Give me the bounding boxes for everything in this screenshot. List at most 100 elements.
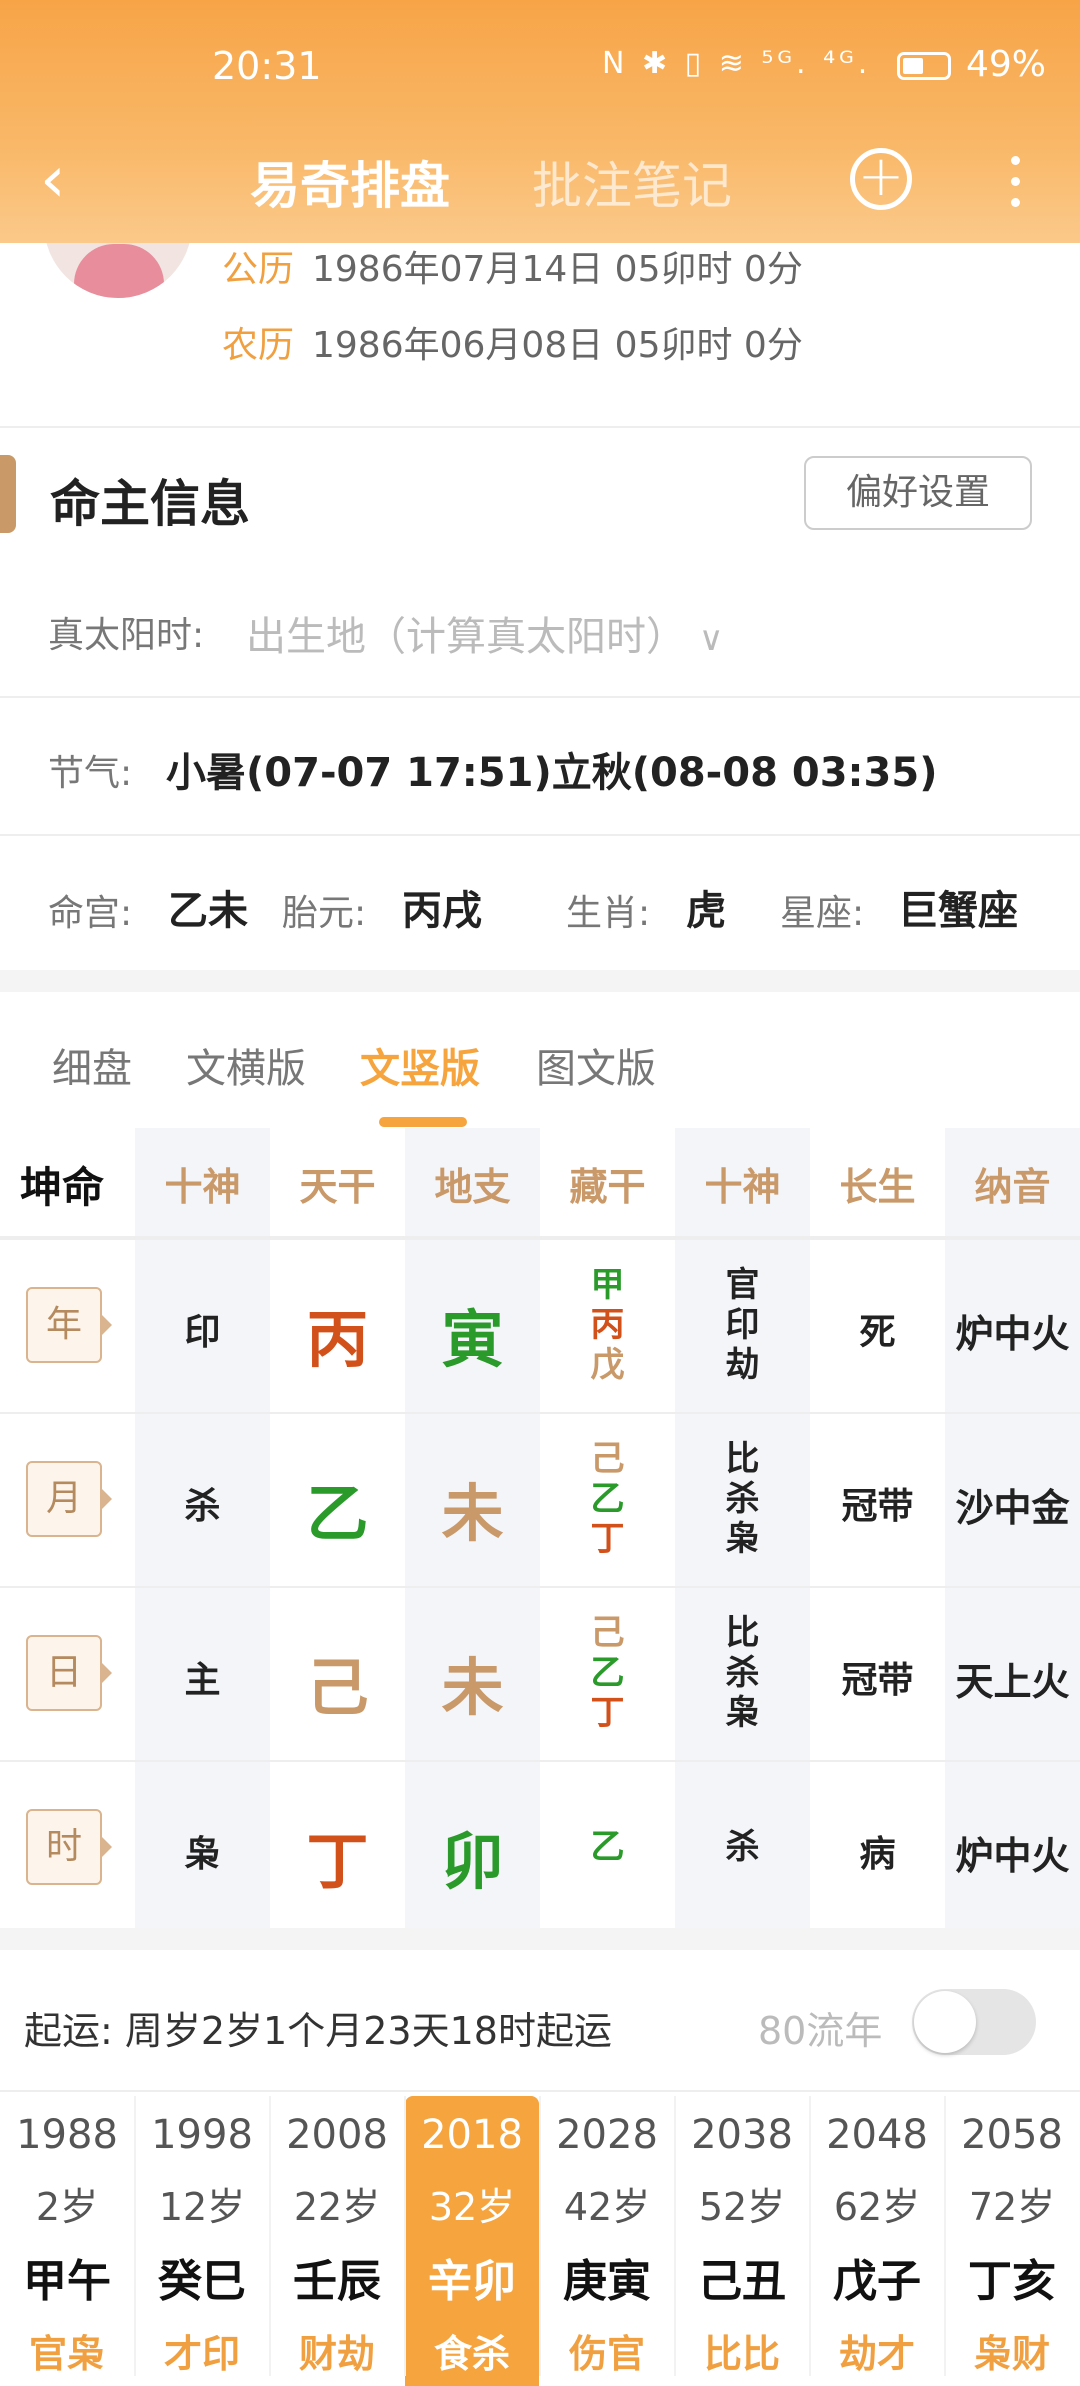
add-icon[interactable]: +: [850, 148, 912, 210]
tab-tuwen[interactable]: 图文版: [536, 1036, 656, 1094]
row-divider: [0, 1586, 1080, 1588]
canggan-cell: 甲丙戊: [590, 1265, 625, 1385]
changsheng-cell: 冠带: [841, 1660, 914, 1701]
dayun-item[interactable]: 2048 62岁 戊子 劫才: [810, 2096, 944, 2386]
dayun-separator: [134, 2096, 136, 2376]
shishen2-cell: 杀: [725, 1827, 760, 1867]
changsheng-cell: 病: [859, 1834, 896, 1875]
chevron-down-icon: ∨: [698, 619, 724, 659]
qiyun-text: 起运: 周岁2岁1个月23天18时起运: [24, 2009, 612, 2053]
nayin-cell: 天上火: [955, 1660, 1070, 1704]
dayun-item[interactable]: 2058 72岁 丁亥 枭财: [945, 2096, 1079, 2386]
dayun-item[interactable]: 2008 22岁 壬辰 财劫: [270, 2096, 404, 2386]
dayun-separator: [404, 2096, 406, 2376]
dayun-shishen: 才印: [163, 2332, 240, 2376]
battery-percent: 49%: [966, 44, 1047, 85]
back-icon[interactable]: ‹: [40, 140, 100, 220]
row-divider: [0, 1412, 1080, 1414]
canggan-cell: 乙: [590, 1827, 625, 1867]
dayun-item[interactable]: 2028 42岁 庚寅 伤官: [540, 2096, 674, 2386]
dayun-item[interactable]: 1988 2岁 甲午 官枭: [0, 2096, 134, 2386]
dayun-shishen: 伤官: [568, 2332, 645, 2376]
section-title: 命主信息: [50, 475, 250, 533]
dayun-item[interactable]: 2038 52岁 己丑 比比: [675, 2096, 809, 2386]
section-accent: [0, 455, 16, 533]
birthplace-select[interactable]: 出生地（计算真太阳时） ∨: [246, 604, 724, 662]
dayun-separator: [944, 2096, 946, 2376]
shishen2-cell: 比杀枭: [725, 1439, 760, 1559]
canggan-cell: 己乙丁: [590, 1439, 625, 1559]
shishen2-cell: 比杀枭: [725, 1613, 760, 1733]
dayun-year: 1988: [16, 2112, 118, 2158]
dayun-age: 22岁: [293, 2185, 381, 2229]
dayun-age: 72岁: [968, 2185, 1056, 2229]
tab-wenshu[interactable]: 文竖版: [360, 1036, 480, 1094]
column-header: 十神: [164, 1165, 241, 1209]
tab-wenheng[interactable]: 文横版: [186, 1036, 306, 1094]
solar-date: 1986年07月14日 05卯时 0分: [312, 249, 803, 290]
dayun-year: 1998: [151, 2112, 253, 2158]
section-gap: [0, 1928, 1080, 1950]
dayun-shishen: 枭财: [973, 2332, 1050, 2376]
more-icon[interactable]: [1000, 150, 1030, 216]
tiangan-cell: 己: [306, 1651, 369, 1724]
dayun-shishen: 食杀: [433, 2332, 510, 2376]
xingzuo-value: 巨蟹座: [898, 888, 1018, 934]
pillar-label: 年: [26, 1287, 112, 1363]
minggong-label: 命宫:: [48, 893, 133, 934]
dayun-ganzhi: 壬辰: [293, 2256, 381, 2307]
dayun-age: 52岁: [698, 2185, 786, 2229]
taiyuan-value: 丙戌: [402, 888, 482, 934]
canggan-cell: 己乙丁: [590, 1613, 625, 1733]
shengxiao-value: 虎: [686, 888, 726, 934]
tab-notes[interactable]: 批注笔记: [532, 146, 732, 218]
dayun-ganzhi: 辛卯: [428, 2256, 516, 2307]
active-tab-indicator: [379, 1117, 467, 1127]
dayun-separator: [674, 2096, 676, 2376]
nayin-cell: 炉中火: [955, 1834, 1070, 1878]
divider: [0, 2090, 1080, 2092]
dayun-age: 2岁: [35, 2185, 99, 2229]
row-divider: [0, 1238, 1080, 1240]
liunian-toggle[interactable]: [912, 1989, 1036, 2055]
dayun-ganzhi: 庚寅: [563, 2256, 651, 2307]
row-divider: [0, 1760, 1080, 1762]
battery-icon: [897, 52, 951, 80]
column-header: 天干: [299, 1165, 376, 1209]
tiangan-cell: 丙: [306, 1303, 369, 1376]
status-time: 20:31: [212, 44, 322, 88]
jieqi-value: 小暑(07-07 17:51)立秋(08-08 03:35): [166, 750, 938, 796]
dizhi-cell: 未: [441, 1651, 504, 1724]
solar-time-label: 真太阳时:: [48, 615, 205, 656]
section-gap: [0, 970, 1080, 992]
changsheng-cell: 冠带: [841, 1486, 914, 1527]
dayun-ganzhi: 己丑: [698, 2256, 786, 2307]
dayun-separator: [809, 2096, 811, 2376]
dayun-item[interactable]: 2018 32岁辛卯食杀: [405, 2096, 539, 2386]
changsheng-cell: 死: [859, 1312, 896, 1353]
dayun-year: 2018: [421, 2112, 523, 2158]
column-header: 长生: [839, 1165, 916, 1209]
dayun-age: 32岁: [428, 2185, 516, 2229]
pillar-label: 日: [26, 1635, 112, 1711]
status-bar: 20:31 N ✱ ▯ ≋ ⁵ᴳ. ⁴ᴳ. 49%: [0, 0, 1080, 130]
shishen-cell: 杀: [184, 1486, 221, 1527]
tab-paipan[interactable]: 易奇排盘: [250, 146, 450, 218]
dayun-year: 2028: [556, 2112, 658, 2158]
dayun-year: 2058: [961, 2112, 1063, 2158]
dayun-item[interactable]: 1998 12岁 癸巳 才印: [135, 2096, 269, 2386]
divider: [0, 696, 1080, 698]
solar-label: 公历: [222, 249, 295, 290]
liunian-label: 80流年: [758, 2009, 883, 2053]
dayun-separator: [269, 2096, 271, 2376]
lunar-date: 1986年06月08日 05卯时 0分: [312, 325, 803, 366]
row-divider: [0, 1236, 1080, 1238]
gender-label: 坤命: [20, 1163, 105, 1212]
birthplace-placeholder: 出生地（计算真太阳时）: [246, 614, 686, 660]
dayun-age: 62岁: [833, 2185, 921, 2229]
shishen-cell: 枭: [184, 1834, 221, 1875]
pillar-label: 时: [26, 1809, 112, 1885]
dayun-year: 2008: [286, 2112, 388, 2158]
preferences-button[interactable]: 偏好设置: [804, 456, 1032, 530]
tab-xipan[interactable]: 细盘: [52, 1036, 132, 1094]
